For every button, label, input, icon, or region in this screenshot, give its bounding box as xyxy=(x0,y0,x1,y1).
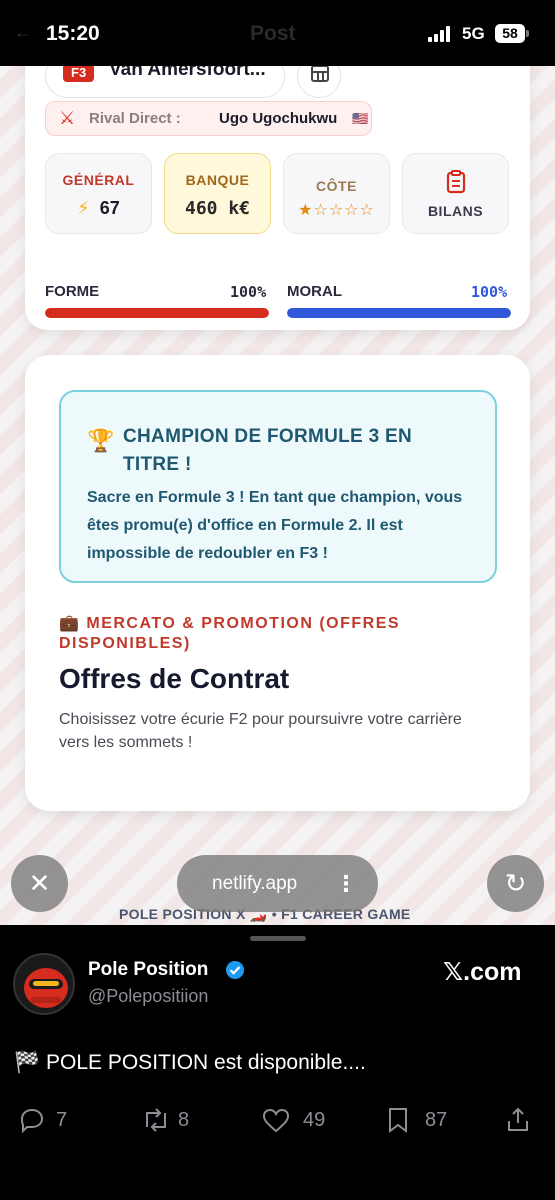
champion-text: Sacre en Formule 3 ! En tant que champio… xyxy=(87,489,463,562)
champion-notice: 🏆 CHAMPION DE FORMULE 3 EN TITRE ! Sacre… xyxy=(59,390,497,583)
offers-subtitle: Choisissez votre écurie F2 pour poursuiv… xyxy=(59,711,462,751)
rival-banner: ⚔ Rival Direct : Ugo Ugochukwu 🇺🇸 xyxy=(45,101,372,136)
lightning-bolt-icon: ⚡ xyxy=(77,198,90,218)
stat-bank-value: 460 k€ xyxy=(184,198,251,219)
crossed-swords-icon: ⚔ xyxy=(59,108,76,128)
like-count: 49 xyxy=(303,1109,326,1131)
mercato-header: 💼 MERCATO & PROMOTION (OFFRES DISPONIBLE… xyxy=(59,614,499,654)
stat-cote[interactable]: CÔTE ★☆☆☆☆ xyxy=(283,153,390,234)
reload-icon: ↻ xyxy=(504,868,527,898)
bilans-button[interactable]: BILANS xyxy=(402,153,509,234)
post-handle[interactable]: @Polepositiion xyxy=(88,986,208,1007)
post-text: 🏁 POLE POSITION est disponible.... xyxy=(14,1051,366,1074)
url-bar[interactable]: netlify.app ⋮ xyxy=(177,855,378,912)
sheet-handle[interactable] xyxy=(250,936,306,941)
battery-icon: 58 xyxy=(495,24,525,43)
moral-percent: 100% xyxy=(471,283,508,301)
stat-general[interactable]: GÉNÉRAL ⚡ 67 xyxy=(45,153,152,234)
stat-bank[interactable]: BANQUE 460 k€ xyxy=(164,153,271,234)
reload-button[interactable]: ↻ xyxy=(487,855,544,912)
back-arrow-icon[interactable]: ← xyxy=(14,22,32,43)
stat-cote-label: CÔTE xyxy=(316,178,357,194)
clipboard-icon xyxy=(446,170,466,194)
rival-name: Ugo Ugochukwu xyxy=(219,110,338,127)
mercato-label: MERCATO & PROMOTION (OFFRES DISPONIBLES) xyxy=(59,615,401,652)
reply-count: 7 xyxy=(56,1109,68,1131)
network-type: 5G xyxy=(462,24,485,43)
stat-bank-label: BANQUE xyxy=(185,172,250,188)
forme-label: FORME xyxy=(45,283,100,300)
moral-bar-fill xyxy=(287,308,511,318)
repost-button[interactable]: 8 xyxy=(140,1107,210,1133)
share-button[interactable] xyxy=(505,1107,535,1133)
share-icon xyxy=(508,1107,528,1131)
table-grid-icon xyxy=(311,65,329,82)
star-rating: ★☆☆☆☆ xyxy=(298,202,375,219)
verified-badge-icon xyxy=(226,961,244,979)
heart-icon xyxy=(262,1108,290,1133)
helmet-logo-icon xyxy=(24,968,68,1008)
rival-label: Rival Direct : xyxy=(89,110,181,127)
url-text: netlify.app xyxy=(212,873,298,894)
bookmark-count: 87 xyxy=(425,1109,448,1131)
signal-icon xyxy=(428,26,454,42)
forme-bar xyxy=(45,308,269,318)
champion-title: CHAMPION DE FORMULE 3 EN TITRE ! xyxy=(123,426,413,475)
post-author[interactable]: Pole Position xyxy=(88,959,208,981)
x-logo[interactable]: 𝕏.com xyxy=(443,957,522,987)
more-options-icon[interactable]: ⋮ xyxy=(335,855,357,912)
bilans-label: BILANS xyxy=(427,203,484,219)
trophy-icon: 🏆 xyxy=(87,428,115,453)
bookmark-button[interactable]: 87 xyxy=(385,1107,465,1133)
forme-bar-fill xyxy=(45,308,269,318)
reply-button[interactable]: 7 xyxy=(18,1107,88,1133)
stat-general-label: GÉNÉRAL xyxy=(62,172,135,188)
close-icon: ✕ xyxy=(28,868,51,898)
bookmark-icon xyxy=(389,1108,407,1133)
repost-icon xyxy=(146,1108,166,1132)
briefcase-icon: 💼 xyxy=(59,615,81,632)
promotion-card: 🏆 CHAMPION DE FORMULE 3 EN TITRE ! Sacre… xyxy=(25,355,530,811)
status-bar: ← 15:20 Post 5G 58 xyxy=(0,0,555,66)
post-sheet: Pole Position @Polepositiion 𝕏.com 🏁 POL… xyxy=(0,925,555,1200)
offers-title: Offres de Contrat xyxy=(59,663,290,694)
clock: 15:20 xyxy=(46,22,100,45)
moral-label: MORAL xyxy=(287,283,342,300)
like-button[interactable]: 49 xyxy=(261,1107,341,1133)
stat-general-value: 67 xyxy=(99,198,120,218)
web-page: F3 Van Amersfoort... ⚔ Rival Direct : Ug… xyxy=(0,0,555,925)
repost-count: 8 xyxy=(178,1109,190,1131)
ghost-title: Post xyxy=(250,22,296,45)
avatar[interactable] xyxy=(13,953,75,1015)
forme-percent: 100% xyxy=(230,283,267,301)
moral-bar xyxy=(287,308,511,318)
us-flag-icon: 🇺🇸 xyxy=(352,111,369,126)
reply-icon xyxy=(20,1108,44,1133)
close-browser-button[interactable]: ✕ xyxy=(11,855,68,912)
